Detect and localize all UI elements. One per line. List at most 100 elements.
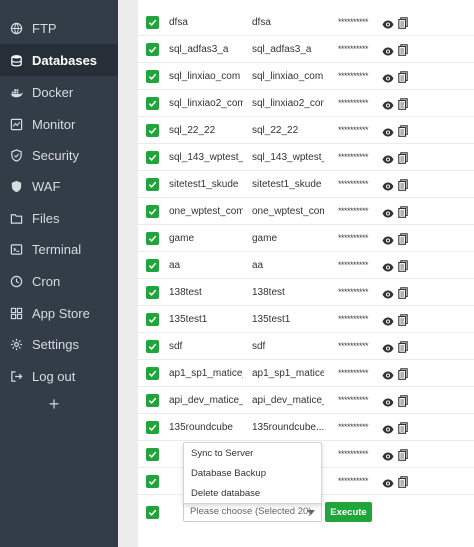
eye-icon[interactable] <box>382 206 394 218</box>
sidebar-item-cron[interactable]: Cron <box>0 265 118 297</box>
sidebar-item-terminal[interactable]: Terminal <box>0 233 118 265</box>
row-checkbox[interactable] <box>146 97 159 110</box>
eye-icon[interactable] <box>382 449 394 461</box>
eye-icon[interactable] <box>382 71 394 83</box>
copy-icon[interactable] <box>398 259 408 272</box>
eye-icon[interactable] <box>382 44 394 56</box>
eye-icon[interactable] <box>382 152 394 164</box>
sidebar-item-label: Monitor <box>32 116 76 132</box>
copy-icon[interactable] <box>398 232 408 245</box>
database-name: sdf <box>169 341 183 352</box>
row-checkbox[interactable] <box>146 286 159 299</box>
sidebar-item-label: Docker <box>32 84 74 100</box>
copy-icon[interactable] <box>398 475 408 488</box>
row-checkbox[interactable] <box>146 313 159 326</box>
copy-icon[interactable] <box>398 313 408 326</box>
copy-icon[interactable] <box>398 367 408 380</box>
menu-item-sync-to-server[interactable]: Sync to Server <box>184 444 321 464</box>
add-menu-button[interactable]: + <box>44 394 64 414</box>
eye-icon[interactable] <box>382 314 394 326</box>
copy-icon[interactable] <box>398 43 408 56</box>
copy-icon[interactable] <box>398 340 408 353</box>
row-checkbox[interactable] <box>146 475 159 488</box>
batch-action-select-value: Please choose (Selected 20) <box>190 506 312 517</box>
copy-icon[interactable] <box>398 205 408 218</box>
row-checkbox[interactable] <box>146 16 159 29</box>
sidebar-item-security[interactable]: Security <box>0 139 118 171</box>
row-checkbox[interactable] <box>146 340 159 353</box>
database-name: sitetest1_skude <box>169 179 239 190</box>
row-checkbox[interactable] <box>146 124 159 137</box>
globe-icon <box>10 22 23 35</box>
copy-icon[interactable] <box>398 16 408 29</box>
batch-action-select[interactable]: Please choose (Selected 20) <box>183 502 322 522</box>
sidebar-item-label: Terminal <box>32 241 82 257</box>
row-checkbox[interactable] <box>146 205 159 218</box>
row-checkbox[interactable] <box>146 394 159 407</box>
eye-icon[interactable] <box>382 395 394 407</box>
database-name: ap1_sp1_matice_ <box>169 368 243 379</box>
sidebar-item-waf[interactable]: WAF <box>0 170 118 202</box>
row-checkbox[interactable] <box>146 178 159 191</box>
check-icon <box>148 181 157 188</box>
eye-icon[interactable] <box>382 341 394 353</box>
copy-icon[interactable] <box>398 70 408 83</box>
database-password: ********** <box>338 287 369 297</box>
menu-item-database-backup[interactable]: Database Backup <box>184 464 321 484</box>
grid-icon <box>10 307 23 320</box>
sidebar: FTP Databases Docker Monitor Security WAF File… <box>0 0 118 547</box>
eye-icon[interactable] <box>382 125 394 137</box>
row-checkbox[interactable] <box>146 448 159 461</box>
database-username: 138test <box>252 287 285 298</box>
sidebar-item-files[interactable]: Files <box>0 202 118 234</box>
eye-icon[interactable] <box>382 98 394 110</box>
database-password: ********** <box>338 233 369 243</box>
database-name: sql_linxiao_com <box>169 71 241 82</box>
gear-icon <box>10 338 23 351</box>
database-username: ap1_sp1_matice_ <box>252 368 324 379</box>
copy-icon[interactable] <box>398 421 408 434</box>
sidebar-item-databases[interactable]: Databases <box>0 44 118 76</box>
eye-icon[interactable] <box>382 260 394 272</box>
eye-icon[interactable] <box>382 179 394 191</box>
execute-button[interactable]: Execute <box>325 502 372 522</box>
row-checkbox[interactable] <box>146 259 159 272</box>
menu-item-delete-database[interactable]: Delete database <box>184 484 321 504</box>
eye-icon[interactable] <box>382 422 394 434</box>
row-checkbox[interactable] <box>146 367 159 380</box>
database-username: one_wptest_com <box>252 206 324 217</box>
sidebar-item-docker[interactable]: Docker <box>0 76 118 108</box>
database-password: ********** <box>338 422 369 432</box>
eye-icon[interactable] <box>382 368 394 380</box>
copy-icon[interactable] <box>398 286 408 299</box>
copy-icon[interactable] <box>398 124 408 137</box>
copy-icon[interactable] <box>398 178 408 191</box>
sidebar-item-monitor[interactable]: Monitor <box>0 108 118 140</box>
row-checkbox[interactable] <box>146 70 159 83</box>
eye-icon[interactable] <box>382 233 394 245</box>
copy-icon[interactable] <box>398 151 408 164</box>
database-name: game <box>169 233 195 244</box>
eye-icon[interactable] <box>382 287 394 299</box>
row-checkbox[interactable] <box>146 151 159 164</box>
database-password: ********** <box>338 476 369 486</box>
batch-action-bar: Please choose (Selected 20) Execute <box>138 498 474 547</box>
eye-icon[interactable] <box>382 17 394 29</box>
waf-shield-icon <box>10 180 23 193</box>
database-password: ********** <box>338 125 369 135</box>
row-checkbox[interactable] <box>146 421 159 434</box>
database-name: dfsa <box>169 17 188 28</box>
copy-icon[interactable] <box>398 394 408 407</box>
copy-icon[interactable] <box>398 448 408 461</box>
sidebar-item-settings[interactable]: Settings <box>0 328 118 360</box>
copy-icon[interactable] <box>398 97 408 110</box>
eye-icon[interactable] <box>382 476 394 488</box>
select-all-checkbox[interactable] <box>146 506 159 519</box>
sidebar-item-ftp[interactable]: FTP <box>0 12 118 44</box>
table-row: sdf sdf ********** <box>138 333 474 360</box>
sidebar-item-log-out[interactable]: Log out <box>0 360 118 392</box>
sidebar-item-app-store[interactable]: App Store <box>0 297 118 329</box>
row-checkbox[interactable] <box>146 232 159 245</box>
database-username: api_dev_matice_ <box>252 395 324 406</box>
row-checkbox[interactable] <box>146 43 159 56</box>
